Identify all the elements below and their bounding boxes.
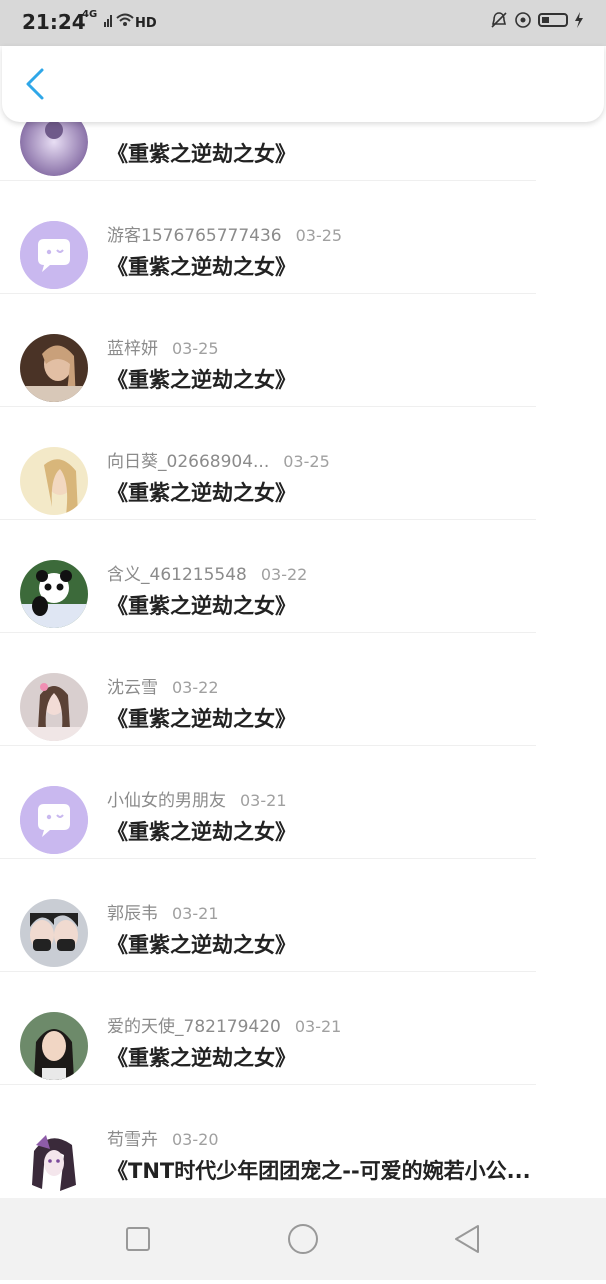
list-item[interactable]: 沈云雪 03-22 《重紫之逆劫之女》 xyxy=(0,633,606,746)
list-item[interactable]: 爱的天使_782179420 03-21 《重紫之逆劫之女》 xyxy=(0,972,606,1085)
list-item[interactable]: 郭辰韦 03-21 《重紫之逆劫之女》 xyxy=(0,859,606,972)
date: 03-21 xyxy=(240,791,287,810)
list-item[interactable]: 含义_461215548 03-22 《重紫之逆劫之女》 xyxy=(0,520,606,633)
list-item[interactable]: 游客1576765777436 03-25 《重紫之逆劫之女》 xyxy=(0,181,606,294)
recent-apps-button[interactable] xyxy=(108,1198,168,1280)
avatar[interactable] xyxy=(20,673,88,741)
item-meta: 爱的天使_782179420 03-21 xyxy=(107,1012,341,1037)
status-time: 21:24 xyxy=(22,10,86,34)
username[interactable]: 游客1576765777436 xyxy=(107,226,282,246)
avatar[interactable] xyxy=(20,560,88,628)
item-meta: 向日葵_02668904... 03-25 xyxy=(107,447,330,472)
default-avatar-icon[interactable] xyxy=(20,221,88,289)
date: 03-25 xyxy=(172,339,219,358)
date: 03-25 xyxy=(295,226,343,245)
back-button[interactable] xyxy=(16,62,56,106)
battery-icon xyxy=(538,13,568,27)
list-item[interactable]: 苟雪卉 03-20 《TNT时代少年团团宠之--可爱的婉若小公... xyxy=(0,1085,606,1198)
do-not-disturb-icon xyxy=(515,12,531,28)
signal-wifi-icon xyxy=(104,10,134,33)
book-title[interactable]: 《重紫之逆劫之女》 xyxy=(107,138,296,168)
back-nav-button[interactable] xyxy=(438,1198,498,1280)
top-header xyxy=(2,46,604,122)
status-right-icons xyxy=(490,11,584,29)
comment-list: 《重紫之逆劫之女》 游客1576765777436 03-25 《重紫之逆劫之女》 蓝梓… xyxy=(0,68,606,1198)
avatar[interactable] xyxy=(20,447,88,515)
date: 03-21 xyxy=(172,904,219,923)
item-meta: 游客1576765777436 03-25 xyxy=(107,221,342,246)
username[interactable]: 爱的天使_782179420 xyxy=(107,1017,281,1037)
book-title[interactable]: 《重紫之逆劫之女》 xyxy=(107,703,296,733)
list-item[interactable]: 向日葵_02668904... 03-25 《重紫之逆劫之女》 xyxy=(0,407,606,520)
avatar[interactable] xyxy=(20,334,88,402)
book-title[interactable]: 《重紫之逆劫之女》 xyxy=(107,1042,296,1072)
status-bar: 21:24 4G HD xyxy=(0,0,606,46)
book-title[interactable]: 《重紫之逆劫之女》 xyxy=(107,477,296,507)
username[interactable]: 向日葵_02668904... xyxy=(107,452,269,472)
list-item[interactable]: 蓝梓妍 03-25 《重紫之逆劫之女》 xyxy=(0,294,606,407)
date: 03-21 xyxy=(294,1017,342,1036)
hd-badge: HD xyxy=(135,16,157,31)
book-title[interactable]: 《重紫之逆劫之女》 xyxy=(107,251,296,281)
avatar[interactable] xyxy=(20,1012,88,1080)
triangle-icon xyxy=(455,1225,479,1253)
date: 03-22 xyxy=(260,565,308,584)
username[interactable]: 小仙女的男朋友 xyxy=(107,791,226,811)
avatar[interactable] xyxy=(20,899,88,967)
item-meta: 苟雪卉 03-20 xyxy=(107,1125,219,1150)
system-nav-bar xyxy=(0,1198,606,1280)
circle-icon xyxy=(288,1224,318,1254)
item-meta: 蓝梓妍 03-25 xyxy=(107,334,219,359)
chevron-left-icon xyxy=(26,68,44,100)
network-type: 4G xyxy=(82,9,98,20)
username[interactable]: 蓝梓妍 xyxy=(107,339,158,359)
book-title[interactable]: 《TNT时代少年团团宠之--可爱的婉若小公... xyxy=(107,1155,531,1185)
list-item[interactable]: 小仙女的男朋友 03-21 《重紫之逆劫之女》 xyxy=(0,746,606,859)
date: 03-20 xyxy=(172,1130,219,1149)
date: 03-25 xyxy=(283,452,330,471)
book-title[interactable]: 《重紫之逆劫之女》 xyxy=(107,929,296,959)
home-button[interactable] xyxy=(273,1198,333,1280)
charging-icon xyxy=(575,12,583,28)
square-icon xyxy=(126,1227,150,1251)
book-title[interactable]: 《重紫之逆劫之女》 xyxy=(107,816,296,846)
username[interactable]: 苟雪卉 xyxy=(107,1130,158,1150)
username[interactable]: 沈云雪 xyxy=(107,678,158,698)
date: 03-22 xyxy=(172,678,219,697)
item-meta: 含义_461215548 03-22 xyxy=(107,560,307,585)
book-title[interactable]: 《重紫之逆劫之女》 xyxy=(107,364,296,394)
username[interactable]: 郭辰韦 xyxy=(107,904,158,924)
avatar[interactable] xyxy=(20,1125,88,1193)
item-meta: 郭辰韦 03-21 xyxy=(107,899,219,924)
default-avatar-icon[interactable] xyxy=(20,786,88,854)
item-meta: 沈云雪 03-22 xyxy=(107,673,219,698)
item-meta: 小仙女的男朋友 03-21 xyxy=(107,786,287,811)
mute-icon xyxy=(491,12,507,28)
username[interactable]: 含义_461215548 xyxy=(107,565,247,585)
book-title[interactable]: 《重紫之逆劫之女》 xyxy=(107,590,296,620)
